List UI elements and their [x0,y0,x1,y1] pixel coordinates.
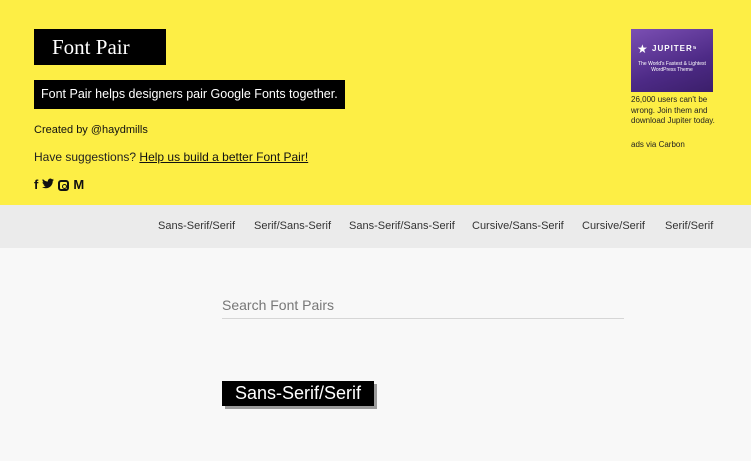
ad-text[interactable]: 26,000 users can't be wrong. Join them a… [631,95,719,127]
section-label-sans-serif-serif: Sans-Serif/Serif [222,381,375,406]
build-better-link[interactable]: Help us build a better Font Pair! [139,150,308,164]
site-logo[interactable]: Font Pair [34,29,166,65]
site-tagline: Font Pair helps designers pair Google Fo… [34,80,345,109]
nav-item-sans-serif-sans-serif[interactable]: Sans-Serif/Sans-Serif [349,205,455,248]
nav-item-cursive-serif[interactable]: Cursive/Serif [582,205,645,248]
suggestions-line: Have suggestions? Help us build a better… [34,150,308,164]
ad-subtitle: The World's Fastest & Lightest WordPress… [638,61,706,73]
main-content [0,248,751,461]
nav-item-cursive-sans-serif[interactable]: Cursive/Sans-Serif [472,205,564,248]
ad-brand: JUPITER⁵ [652,44,698,53]
created-by-text[interactable]: Created by @haydmills [34,124,148,136]
medium-icon[interactable]: M [73,178,84,192]
nav-item-serif-sans-serif[interactable]: Serif/Sans-Serif [254,205,331,248]
search-input[interactable] [222,291,624,319]
social-links: f M [34,178,84,192]
category-nav: Sans-Serif/Serif Serif/Sans-Serif Sans-S… [0,205,751,248]
nav-item-sans-serif-serif[interactable]: Sans-Serif/Serif [158,205,235,248]
twitter-icon[interactable] [42,178,55,192]
star-icon: ★ [637,42,648,56]
carbon-ad-image[interactable]: ★ JUPITER⁵ The World's Fastest & Lightes… [631,29,713,92]
suggestions-prefix: Have suggestions? [34,150,137,164]
facebook-icon[interactable]: f [34,178,38,192]
instagram-icon[interactable] [58,179,70,191]
nav-item-serif-serif[interactable]: Serif/Serif [665,205,713,248]
ad-via-carbon[interactable]: ads via Carbon [631,140,685,149]
site-header: Font Pair Font Pair helps designers pair… [0,0,751,205]
